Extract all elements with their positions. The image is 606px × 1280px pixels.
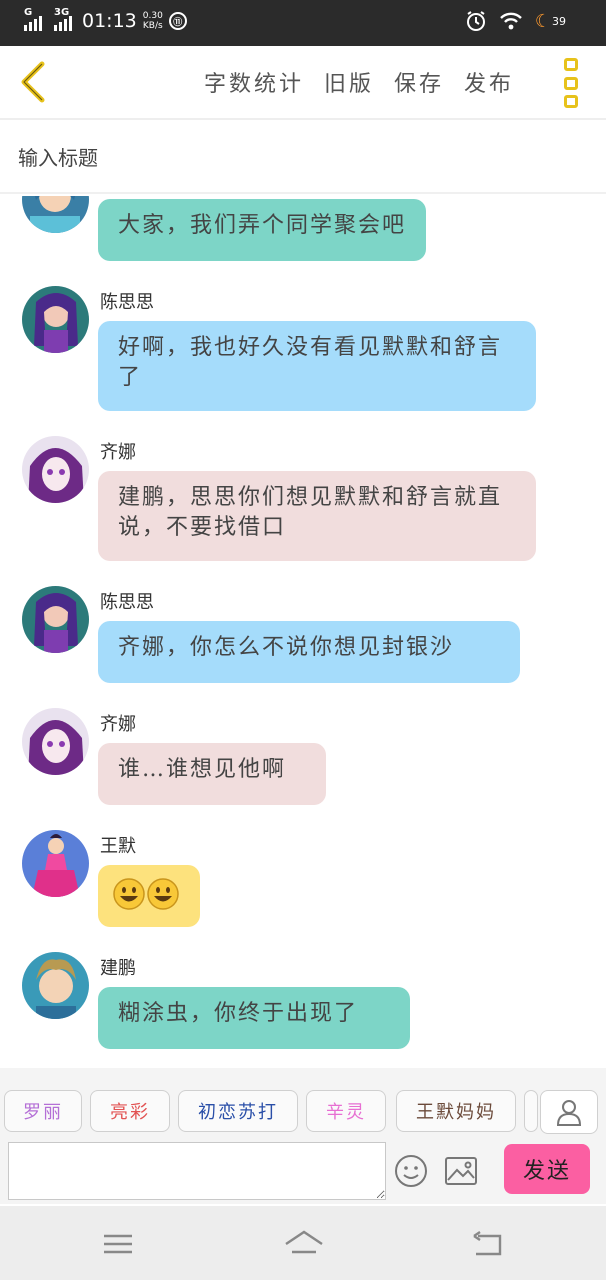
avatar <box>22 286 89 353</box>
character-chip[interactable]: 罗丽 <box>4 1090 82 1132</box>
avatar <box>22 952 89 1019</box>
message-text: 建鹏，思思你们想见默默和舒言就直说，不要找借口 <box>118 485 503 540</box>
sender-name: 齐娜 <box>100 714 136 735</box>
home-icon[interactable] <box>284 1228 324 1260</box>
avatar <box>22 586 89 653</box>
avatar <box>22 436 89 503</box>
wifi-icon <box>500 12 522 30</box>
system-nav-bar <box>0 1206 606 1280</box>
message-text: 糊涂虫，你终于出现了 <box>118 1001 359 1026</box>
top-toolbar: 字数统计 旧版 保存 发布 <box>0 46 606 120</box>
character-chip[interactable] <box>524 1090 538 1132</box>
composer-panel: 罗丽 亮彩 初恋苏打 辛灵 王默妈妈 发送 <box>0 1068 606 1204</box>
smile-icon[interactable] <box>394 1154 428 1188</box>
return-icon[interactable] <box>468 1228 508 1260</box>
network-speed: 0.30 KB/s <box>142 11 163 31</box>
status-bar: G 3G 01:13 0.30 KB/s ⑪ ☾ 39 <box>0 0 606 46</box>
avatar <box>22 830 89 897</box>
message-text: 大家，我们弄个同学聚会吧 <box>118 213 407 238</box>
character-chip[interactable]: 初恋苏打 <box>178 1090 298 1132</box>
character-chip[interactable]: 亮彩 <box>90 1090 170 1132</box>
message-bubble: 糊涂虫，你终于出现了 <box>98 987 410 1049</box>
hamburger-icon[interactable] <box>98 1228 138 1260</box>
sender-name: 建鹏 <box>100 958 136 979</box>
title-bar <box>0 122 606 194</box>
avatar <box>22 708 89 775</box>
character-chip[interactable]: 王默妈妈 <box>396 1090 516 1132</box>
clock: 01:13 <box>82 10 137 32</box>
message-bubble: 谁…谁想见他啊 <box>98 743 326 805</box>
message-input[interactable] <box>8 1142 386 1200</box>
sender-name: 王默 <box>100 836 136 857</box>
message-bubble: 齐娜，你怎么不说你想见封银沙 <box>98 621 520 683</box>
more-icon[interactable] <box>564 58 580 108</box>
title-input[interactable] <box>18 142 578 174</box>
smile-emoji-icon <box>113 878 145 910</box>
publish-button[interactable]: 发布 <box>464 66 514 98</box>
save-button[interactable]: 保存 <box>394 66 444 98</box>
sender-name: 陈思思 <box>100 592 154 613</box>
word-count-button[interactable]: 字数统计 <box>204 66 304 98</box>
image-icon[interactable] <box>444 1156 478 1186</box>
character-chip[interactable]: 辛灵 <box>306 1090 386 1132</box>
chevron-left-icon[interactable] <box>14 60 54 104</box>
battery-indicator: ☾ 39 <box>534 10 566 32</box>
message-bubble: 好啊，我也好久没有看见默默和舒言了 <box>98 321 536 411</box>
signal-icon: G <box>24 7 42 31</box>
moon-icon: ☾ <box>534 10 551 32</box>
old-version-button[interactable]: 旧版 <box>324 66 374 98</box>
person-icon[interactable] <box>540 1090 598 1134</box>
message-text: 齐娜，你怎么不说你想见封银沙 <box>118 635 455 660</box>
sender-name: 齐娜 <box>100 442 136 463</box>
signal-3g-icon: 3G <box>54 7 72 31</box>
send-button[interactable]: 发送 <box>504 1144 590 1194</box>
data-usage-icon: ⑪ <box>168 12 187 30</box>
avatar <box>22 196 89 233</box>
alarm-icon <box>466 11 485 31</box>
message-bubble: 建鹏，思思你们想见默默和舒言就直说，不要找借口 <box>98 471 536 561</box>
smile-emoji-icon <box>147 878 179 910</box>
sender-name: 陈思思 <box>100 292 154 313</box>
message-bubble: 大家，我们弄个同学聚会吧 <box>98 199 427 261</box>
message-bubble <box>98 865 200 927</box>
message-text: 谁…谁想见他啊 <box>118 757 287 782</box>
message-text: 好啊，我也好久没有看见默默和舒言了 <box>118 335 503 390</box>
chat-area[interactable]: 大家，我们弄个同学聚会吧 陈思思 好啊，我也好久没有看见默默和舒言了 齐娜 建鹏… <box>0 196 606 1068</box>
